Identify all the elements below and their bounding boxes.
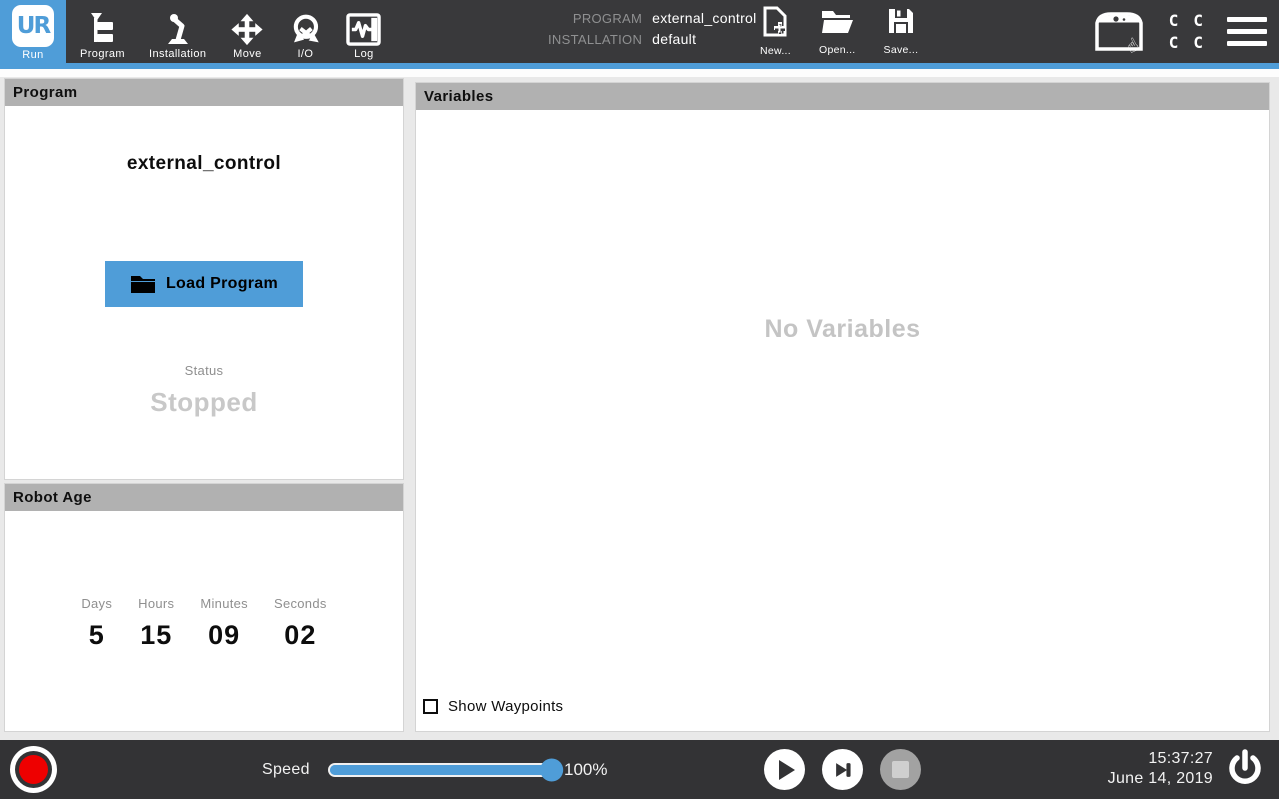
tab-run-label: Run (22, 49, 43, 61)
step-button[interactable] (822, 749, 863, 790)
play-icon (779, 760, 795, 780)
robot-arm-icon (161, 13, 195, 46)
show-waypoints-label: Show Waypoints (448, 698, 563, 715)
program-tree-icon (87, 13, 117, 46)
cccc-indicator[interactable]: C C C C (1169, 11, 1203, 52)
loaded-file-info: PROGRAM external_control INSTALLATION de… (548, 10, 757, 47)
red-status-light (19, 755, 48, 784)
clock-time: 15:37:27 (1108, 749, 1213, 769)
folder-icon (130, 273, 156, 295)
tab-move[interactable]: Move (218, 0, 276, 63)
age-seconds: Seconds 02 (274, 596, 327, 651)
load-program-label: Load Program (166, 275, 278, 293)
hamburger-menu-icon[interactable] (1225, 13, 1269, 50)
age-minutes: Minutes 09 (200, 596, 248, 651)
clock-date: June 14, 2019 (1108, 769, 1213, 789)
stop-icon (892, 761, 909, 778)
clock: 15:37:27 June 14, 2019 (1108, 749, 1213, 789)
open-button[interactable]: Open... (819, 6, 856, 57)
top-right-cluster: ☝ C C C C (1091, 0, 1269, 63)
variables-panel-header: Variables (416, 83, 1269, 110)
speed-value: 100% (564, 760, 607, 780)
age-days: Days 5 (81, 596, 112, 651)
installation-label: INSTALLATION (548, 32, 642, 47)
top-nav: Program Installation (68, 0, 393, 63)
tab-run[interactable]: UR Run (0, 0, 66, 69)
io-icon (288, 13, 322, 46)
status-label: Status (5, 363, 403, 378)
tab-log[interactable]: Log (334, 0, 393, 63)
robot-age-header: Robot Age (5, 484, 403, 511)
ur-logo: UR (12, 5, 54, 47)
content-area: Program external_control Load Program St… (0, 69, 1279, 740)
power-icon (1225, 749, 1265, 791)
move-arrows-icon (230, 13, 264, 46)
new-button[interactable]: New... (760, 6, 791, 57)
program-value: external_control (652, 10, 756, 26)
tab-program[interactable]: Program (68, 0, 137, 63)
robot-age-panel: Robot Age Days 5 Hours 15 Minutes 09 (4, 483, 404, 732)
top-bar-accent-line (0, 63, 1279, 69)
robot-status-button[interactable] (10, 746, 57, 793)
io-icon-tab[interactable]: I/O (276, 0, 334, 63)
step-icon (832, 759, 854, 781)
robot-age-counters: Days 5 Hours 15 Minutes 09 Seconds 02 (5, 596, 403, 651)
save-floppy-icon (887, 6, 915, 41)
footer-bar: Speed 100% 15:37:27 (0, 740, 1279, 799)
no-variables-text: No Variables (416, 315, 1269, 344)
stop-button[interactable] (880, 749, 921, 790)
teach-pendant-button[interactable]: ☝ (1091, 9, 1147, 55)
file-actions: New... Open... Save... (760, 6, 918, 57)
playback-controls (764, 749, 921, 790)
speed-slider[interactable] (328, 763, 556, 777)
age-hours: Hours 15 (138, 596, 174, 651)
power-button[interactable] (1223, 748, 1267, 792)
new-file-icon (762, 6, 788, 42)
program-panel-header: Program (5, 79, 403, 106)
open-folder-icon (820, 6, 854, 41)
play-button[interactable] (764, 749, 805, 790)
speed-label: Speed (262, 761, 310, 779)
program-panel: Program external_control Load Program St… (4, 78, 404, 480)
speed-slider-fill (330, 765, 554, 775)
tab-installation[interactable]: Installation (137, 0, 218, 63)
show-waypoints-row[interactable]: Show Waypoints (423, 698, 563, 715)
speed-slider-thumb[interactable] (540, 758, 563, 781)
program-label: PROGRAM (548, 11, 642, 26)
show-waypoints-checkbox[interactable] (423, 699, 438, 714)
status-value: Stopped (5, 387, 403, 418)
save-button[interactable]: Save... (884, 6, 919, 57)
variables-panel: Variables No Variables Show Waypoints (415, 82, 1270, 732)
polyscope-screen: UR Run Program Instal (0, 0, 1279, 799)
installation-value: default (652, 31, 756, 47)
log-chart-icon (346, 13, 381, 46)
load-program-button[interactable]: Load Program (105, 261, 303, 307)
program-name: external_control (5, 153, 403, 175)
